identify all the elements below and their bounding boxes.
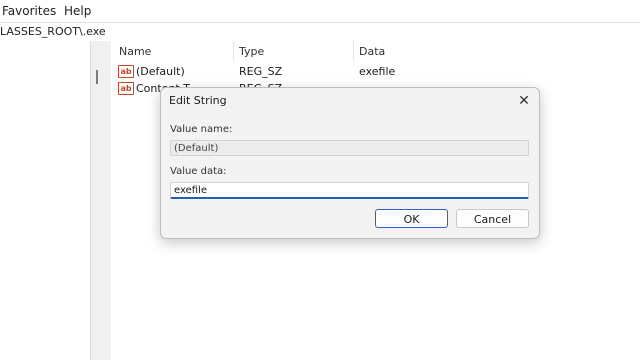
cancel-button[interactable]: Cancel (456, 209, 529, 228)
menu-help[interactable]: Help (64, 4, 91, 18)
column-divider[interactable] (353, 41, 354, 61)
ok-button[interactable]: OK (375, 209, 448, 228)
value-row[interactable]: ab (Default) REG_SZ exefile (111, 63, 640, 80)
address-path[interactable]: LASSES_ROOT\.exe (0, 25, 106, 38)
address-bar[interactable]: LASSES_ROOT\.exe (0, 22, 640, 42)
value-data: exefile (359, 65, 396, 78)
value-name: (Default) (136, 65, 185, 78)
key-tree-pane[interactable] (0, 41, 90, 360)
close-icon[interactable]: ✕ (513, 90, 535, 112)
column-header-type[interactable]: Type (239, 45, 264, 58)
value-data-label: Value data: (170, 166, 227, 177)
edit-string-dialog: Edit String ✕ Value name: (Default) Valu… (160, 87, 540, 239)
value-type: REG_SZ (239, 65, 283, 78)
pane-splitter[interactable] (90, 41, 112, 360)
column-header-data[interactable]: Data (359, 45, 385, 58)
column-divider[interactable] (233, 41, 234, 61)
splitter-grip[interactable] (96, 70, 98, 84)
string-value-icon: ab (118, 65, 134, 78)
value-name-field: (Default) (170, 140, 529, 156)
value-name-label: Value name: (170, 124, 233, 135)
value-data-input[interactable]: exefile (170, 182, 529, 199)
menu-bar: Favorites Help (0, 0, 640, 22)
column-header-name[interactable]: Name (119, 45, 151, 58)
dialog-title: Edit String (169, 94, 227, 107)
string-value-icon: ab (118, 82, 134, 95)
menu-favorites[interactable]: Favorites (2, 4, 56, 18)
